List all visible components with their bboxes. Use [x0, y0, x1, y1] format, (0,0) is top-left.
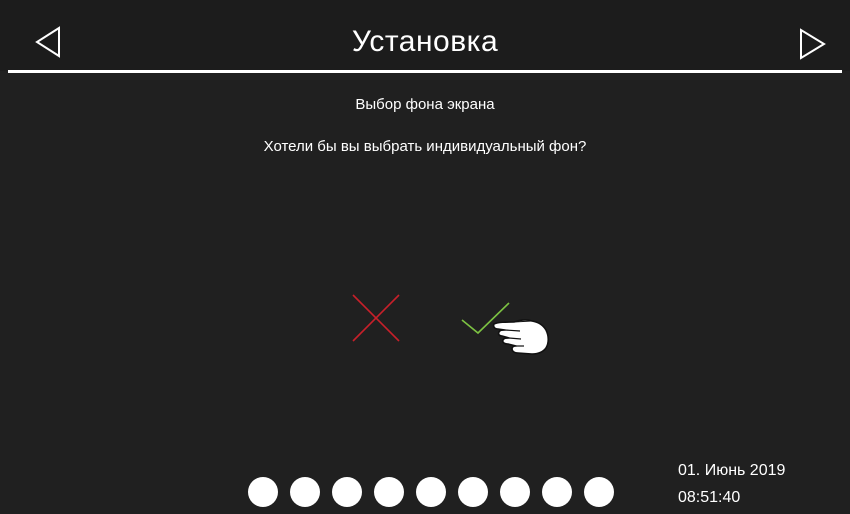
page-dot — [332, 477, 362, 507]
page-dot — [290, 477, 320, 507]
section-subtitle: Выбор фона экрана — [355, 96, 495, 113]
page-dot — [542, 477, 572, 507]
page-dot — [584, 477, 614, 507]
page-dot — [416, 477, 446, 507]
setup-screen: Установка Выбор фона экрана Хотели бы вы… — [0, 0, 850, 514]
page-indicator — [248, 477, 614, 507]
header-divider — [8, 70, 842, 73]
page-title: Установка — [351, 25, 499, 58]
page-dot — [500, 477, 530, 507]
pointing-hand-icon — [490, 310, 554, 356]
cross-icon — [352, 294, 400, 342]
forward-button[interactable] — [798, 26, 832, 60]
page-dot — [374, 477, 404, 507]
decline-button[interactable] — [351, 293, 401, 343]
date-display: 01. Июнь 2019 — [678, 462, 786, 479]
page-dot — [458, 477, 488, 507]
page-dot — [248, 477, 278, 507]
question-text: Хотели бы вы выбрать индивидуальный фон? — [263, 138, 587, 155]
triangle-right-icon — [800, 28, 826, 60]
time-display: 08:51:40 — [678, 489, 741, 506]
